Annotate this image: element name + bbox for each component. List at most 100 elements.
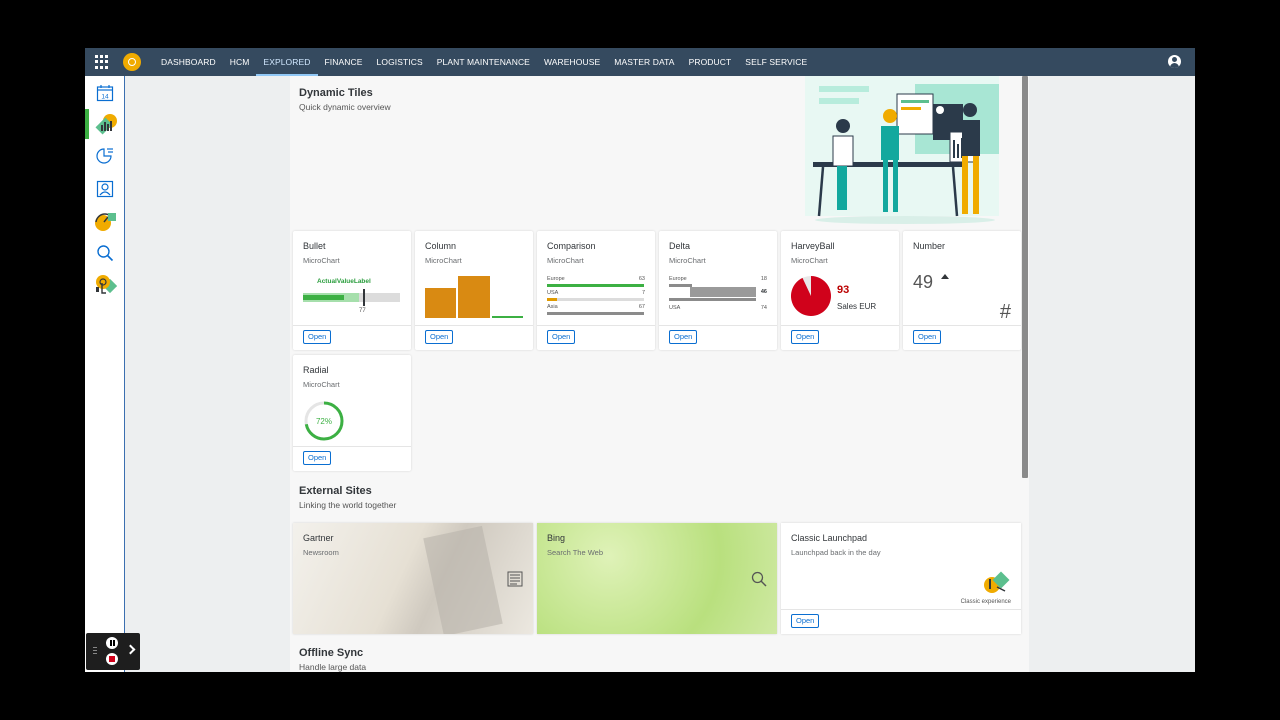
tile-subtitle: MicroChart [547, 256, 584, 265]
menu-master-data[interactable]: MASTER DATA [607, 48, 681, 76]
sidenav-people[interactable] [85, 174, 124, 204]
tile-footer: Open [293, 325, 411, 350]
tile-radial[interactable]: Radial MicroChart 72% Open [293, 355, 411, 471]
chevron-right-icon[interactable] [125, 644, 136, 655]
menu-logistics[interactable]: LOGISTICS [370, 48, 430, 76]
harvey-value: 93 [837, 284, 850, 296]
user-avatar-icon[interactable] [1168, 55, 1181, 68]
sidenav-charts[interactable] [85, 109, 124, 139]
user-card-icon [96, 180, 113, 198]
tile-footer: Open [415, 325, 533, 350]
column-bar [458, 276, 490, 318]
comparison-value: 7 [641, 290, 645, 296]
menu-explored[interactable]: EXPLORED [256, 48, 318, 76]
svg-text:14: 14 [101, 94, 109, 101]
sidenav-calendar[interactable]: 14 [85, 78, 124, 108]
tile-harveyball[interactable]: HarveyBall MicroChart 93 Sales EUR Open [781, 231, 899, 350]
tile-footer: Open [537, 325, 655, 350]
menu-plant-maintenance[interactable]: PLANT MAINTENANCE [430, 48, 537, 76]
sidenav-touch[interactable] [85, 270, 124, 300]
bullet-chart [303, 289, 400, 306]
menu-finance[interactable]: FINANCE [318, 48, 370, 76]
delta-bar [669, 284, 692, 287]
bullet-target-value: 77 [359, 308, 366, 314]
open-button[interactable]: Open [303, 330, 332, 344]
tile-bing[interactable]: Bing Search The Web [537, 523, 777, 634]
bullet-target-marker [363, 289, 366, 306]
menu-product[interactable]: PRODUCT [682, 48, 739, 76]
tile-delta[interactable]: Delta MicroChart Europe 18 46 USA 74 Ope… [659, 231, 777, 350]
tile-subtitle: Newsroom [303, 548, 339, 557]
trend-up-icon [941, 274, 949, 279]
menu-hcm[interactable]: HCM [223, 48, 257, 76]
tile-column[interactable]: Column MicroChart Open [415, 231, 533, 350]
tile-title: Bing [547, 533, 566, 543]
tile-title: Column [425, 241, 457, 251]
sidenav-search[interactable] [85, 238, 124, 268]
comparison-label: Asia [547, 304, 558, 310]
tile-subtitle: MicroChart [791, 256, 828, 265]
tile-footer: Open [781, 325, 899, 350]
comparison-bar [547, 298, 557, 301]
tile-classic-launchpad[interactable]: Classic Launchpad Launchpad back in the … [781, 523, 1021, 634]
harvey-ball-chart [790, 276, 831, 316]
sidenav-analytics[interactable] [85, 141, 124, 171]
company-logo[interactable] [123, 53, 141, 71]
tile-title: Bullet [303, 241, 326, 251]
tile-gartner[interactable]: Gartner Newsroom [293, 523, 533, 634]
news-icon [507, 571, 523, 587]
comparison-value: 67 [638, 304, 645, 310]
tile-number[interactable]: Number 49 # Open [903, 231, 1021, 350]
open-button[interactable]: Open [791, 614, 820, 628]
tile-title: HarveyBall [791, 241, 835, 251]
tile-title: Delta [669, 241, 691, 251]
menu-self-service[interactable]: SELF SERVICE [738, 48, 814, 76]
section-subtitle-dynamic: Quick dynamic overview [299, 102, 391, 112]
stop-button[interactable] [106, 653, 118, 665]
top-menu: DASHBOARD HCM EXPLORED FINANCE LOGISTICS… [154, 48, 814, 76]
section-subtitle-offline: Handle large data [299, 662, 367, 672]
pause-icon [109, 640, 115, 646]
section-title-dynamic: Dynamic Tiles [299, 87, 373, 99]
recording-widget [86, 633, 140, 670]
drag-handle-icon[interactable] [93, 647, 97, 656]
comparison-bar [547, 312, 644, 315]
app-grid-icon[interactable] [95, 55, 109, 69]
bullet-value-label: ActualValueLabel [317, 278, 371, 285]
tile-subtitle: MicroChart [303, 380, 340, 389]
delta-value: 18 [760, 276, 767, 282]
open-button[interactable]: Open [425, 330, 454, 344]
tile-footer: Open [659, 325, 777, 350]
tile-title: Comparison [547, 241, 596, 251]
sidenav-performance[interactable] [85, 206, 124, 236]
menu-warehouse[interactable]: WAREHOUSE [537, 48, 607, 76]
shell-bar: DASHBOARD HCM EXPLORED FINANCE LOGISTICS… [85, 48, 1195, 76]
team-illustration [805, 76, 999, 224]
section-subtitle-external: Linking the world together [299, 500, 397, 510]
launchpad-app: DASHBOARD HCM EXPLORED FINANCE LOGISTICS… [85, 48, 1195, 672]
classic-experience-icon [984, 571, 1010, 593]
tile-title: Classic Launchpad [791, 533, 868, 543]
delta-difference-value: 46 [760, 289, 767, 295]
tile-title: Gartner [303, 533, 334, 543]
content-scrollbar[interactable] [1022, 76, 1028, 478]
pause-button[interactable] [106, 637, 118, 649]
comparison-bar [547, 284, 644, 287]
open-button[interactable]: Open [791, 330, 820, 344]
menu-dashboard[interactable]: DASHBOARD [154, 48, 223, 76]
gauge-icon [94, 213, 116, 231]
section-title-external: External Sites [299, 485, 372, 497]
delta-bar [669, 298, 756, 301]
open-button[interactable]: Open [669, 330, 698, 344]
delta-label: USA [669, 305, 681, 311]
open-button[interactable]: Open [303, 451, 332, 465]
stop-icon [109, 656, 115, 662]
open-button[interactable]: Open [913, 330, 942, 344]
column-bar [425, 288, 456, 318]
tile-comparison[interactable]: Comparison MicroChart Europe 63 USA 7 As… [537, 231, 655, 350]
phone-image [423, 525, 503, 634]
harvey-unit: Sales EUR [837, 302, 877, 311]
chart-badge-icon [95, 114, 117, 135]
open-button[interactable]: Open [547, 330, 576, 344]
tile-bullet[interactable]: Bullet MicroChart ActualValueLabel 77 Op… [293, 231, 411, 350]
